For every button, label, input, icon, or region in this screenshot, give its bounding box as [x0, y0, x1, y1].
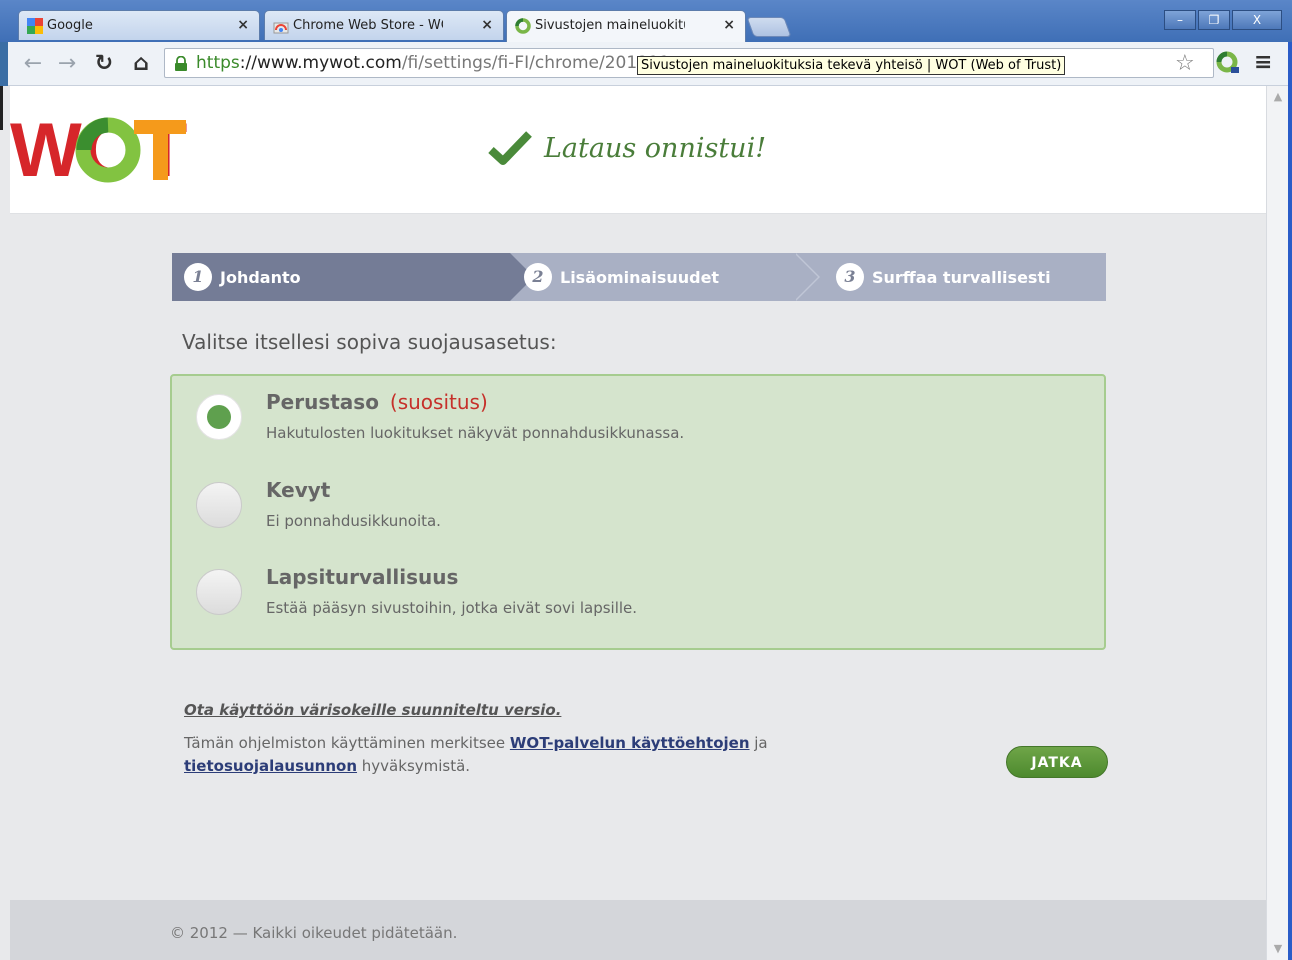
- step-label: Surffaa turvallisesti: [872, 267, 1051, 287]
- wot-logo: WOT: [10, 114, 187, 184]
- menu-icon[interactable]: ≡: [1254, 50, 1272, 75]
- checkmark-icon: [488, 131, 532, 165]
- page-footer: © 2012 — Kaikki oikeudet pidätetään.: [10, 900, 1266, 960]
- privacy-policy-link[interactable]: tietosuojalausunnon: [184, 757, 357, 775]
- close-icon[interactable]: ×: [481, 17, 493, 33]
- step-arrow: [794, 253, 818, 301]
- address-bar[interactable]: https://www.mywot.com/fi/settings/fi-FI/…: [164, 48, 1214, 78]
- step-1: 1 Johdanto: [184, 253, 301, 301]
- step-number: 2: [524, 263, 552, 291]
- url-text: https://www.mywot.com/fi/settings/fi-FI/…: [196, 53, 670, 73]
- success-message: Lataus onnistui!: [544, 132, 767, 164]
- vertical-scrollbar[interactable]: ▲ ▼: [1266, 86, 1288, 960]
- scroll-up-icon[interactable]: ▲: [1271, 90, 1285, 104]
- tab-label: Sivustojen maineluokituksia t: [535, 18, 685, 33]
- option-light[interactable]: Kevyt Ei ponnahdusikkunoita.: [196, 478, 1076, 558]
- restore-button[interactable]: ❐: [1198, 10, 1230, 30]
- continue-button[interactable]: JATKA: [1006, 746, 1108, 778]
- download-success: Lataus onnistui!: [488, 130, 766, 166]
- window-close-button[interactable]: X: [1232, 10, 1282, 30]
- terms-post: hyväksymistä.: [357, 757, 471, 775]
- tab-label: Chrome Web Store - WOT: [293, 18, 443, 33]
- tab-strip: Google × Chrome Web Store - WOT × Sivust…: [0, 0, 1292, 42]
- left-edge: [0, 86, 10, 960]
- step-3: 3 Surffaa turvallisesti: [836, 253, 1051, 301]
- option-title: Perustaso (suositus): [266, 390, 488, 414]
- url-host: ://www.mywot.com: [239, 53, 402, 73]
- option-title-text: Perustaso: [266, 390, 379, 414]
- home-icon[interactable]: ⌂: [128, 51, 154, 77]
- chrome-web-store-icon: [273, 22, 289, 34]
- option-desc: Ei ponnahdusikkunoita.: [266, 512, 441, 530]
- step-progress-bar: 1 Johdanto 2 Lisäominaisuudet 3 Surffaa …: [172, 253, 1106, 301]
- option-basic[interactable]: Perustaso (suositus) Hakutulosten luokit…: [196, 390, 1076, 470]
- terms-pre: Tämän ohjelmiston käyttäminen merkitsee: [184, 734, 510, 752]
- protection-prompt: Valitse itsellesi sopiva suojausasetus:: [182, 330, 557, 354]
- option-desc: Hakutulosten luokitukset näkyvät ponnahd…: [266, 424, 685, 442]
- terms-of-service-link[interactable]: WOT-palvelun käyttöehtojen: [510, 734, 750, 752]
- window-right-edge: [1288, 42, 1292, 960]
- browser-toolbar: ← → ↻ ⌂ https://www.mywot.com/fi/setting…: [8, 42, 1288, 86]
- colorblind-link[interactable]: Ota käyttöön värisokeille suunniteltu ve…: [184, 701, 561, 719]
- window-controls: – ❐ X: [1162, 10, 1282, 30]
- tab-google[interactable]: Google ×: [18, 10, 260, 40]
- option-child-safety[interactable]: Lapsiturvallisuus Estää pääsyn sivustoih…: [196, 565, 1076, 645]
- protection-options: Perustaso (suositus) Hakutulosten luokit…: [170, 374, 1106, 650]
- wot-icon: [515, 18, 531, 34]
- page-viewport: WOT Lataus onnistui! 1 Johdanto 2 Lisäom…: [10, 86, 1266, 960]
- step-2: 2 Lisäominaisuudet: [524, 253, 719, 301]
- lock-icon: [175, 56, 187, 71]
- terms-mid: ja: [749, 734, 768, 752]
- radio-basic[interactable]: [196, 394, 242, 440]
- google-icon: [27, 18, 43, 34]
- copyright: © 2012 — Kaikki oikeudet pidätetään.: [170, 924, 458, 942]
- url-scheme: https: [196, 53, 240, 73]
- step-number: 1: [184, 263, 212, 291]
- new-tab-button[interactable]: [746, 17, 792, 37]
- close-icon[interactable]: ×: [723, 17, 735, 33]
- step-label: Johdanto: [220, 267, 301, 287]
- terms-text: Tämän ohjelmiston käyttäminen merkitsee …: [184, 732, 824, 778]
- bookmark-star-icon[interactable]: ☆: [1175, 51, 1195, 76]
- close-icon[interactable]: ×: [237, 17, 249, 33]
- left-edge-dark: [0, 86, 3, 130]
- radio-light[interactable]: [196, 482, 242, 528]
- recommended-label: (suositus): [389, 390, 488, 414]
- page-header: WOT Lataus onnistui!: [10, 86, 1266, 214]
- back-arrow-icon[interactable]: ←: [20, 51, 46, 77]
- option-title: Kevyt: [266, 478, 331, 502]
- step-label: Lisäominaisuudet: [560, 267, 720, 287]
- option-desc: Estää pääsyn sivustoihin, jotka eivät so…: [266, 599, 638, 617]
- forward-arrow-icon[interactable]: →: [54, 51, 80, 77]
- option-title: Lapsiturvallisuus: [266, 565, 459, 589]
- radio-child-safety[interactable]: [196, 569, 242, 615]
- scroll-down-icon[interactable]: ▼: [1271, 942, 1285, 956]
- tab-wot-active[interactable]: Sivustojen maineluokituksia t ×: [506, 10, 746, 42]
- reload-icon[interactable]: ↻: [91, 51, 117, 77]
- url-path: /fi/settings/fi-FI/chrome/201211: [401, 53, 670, 73]
- tab-chrome-web-store[interactable]: Chrome Web Store - WOT ×: [264, 10, 504, 40]
- step-number: 3: [836, 263, 864, 291]
- wot-extension-icon[interactable]: [1216, 51, 1240, 75]
- minimize-button[interactable]: –: [1164, 10, 1196, 30]
- tab-tooltip: Sivustojen maineluokituksia tekevä yhtei…: [637, 56, 1066, 75]
- tab-label: Google: [47, 18, 93, 33]
